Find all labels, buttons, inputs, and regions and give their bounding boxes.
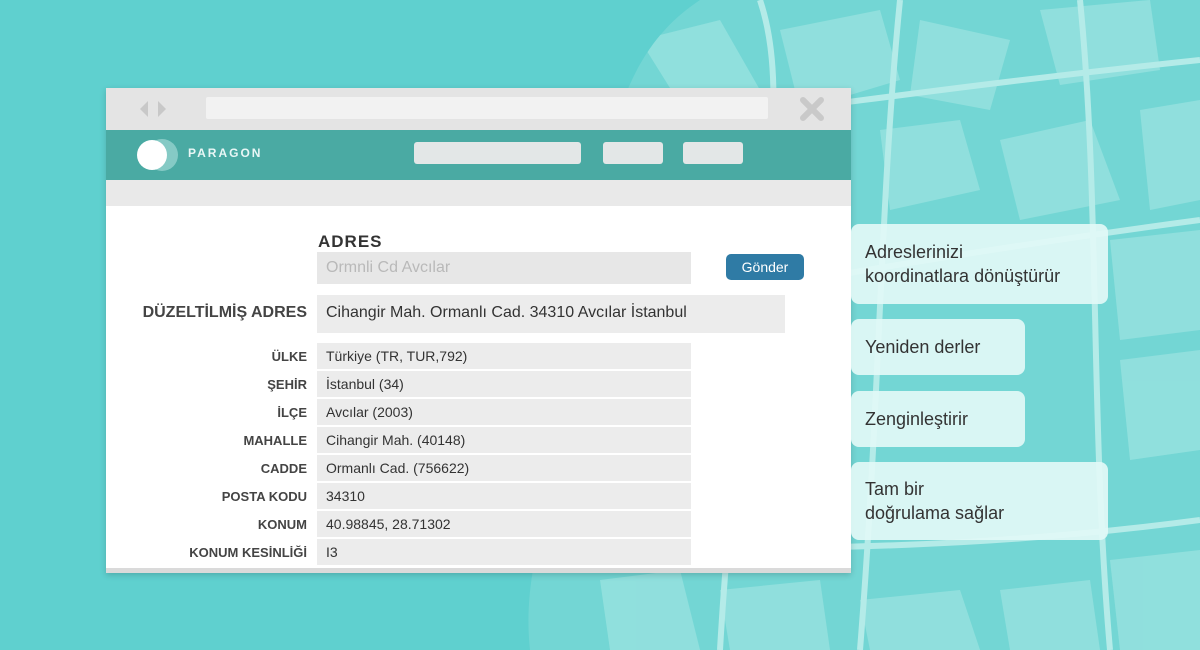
sub-toolbar <box>106 180 851 206</box>
browser-window: PARAGON ADRES Gönder DÜZELTİLMİŞ ADRES C… <box>106 88 851 573</box>
window-bottom-edge <box>106 568 851 573</box>
nav-item-1[interactable] <box>414 142 581 164</box>
detail-value: Türkiye (TR, TUR,792) <box>317 343 691 369</box>
nav-item-3[interactable] <box>683 142 743 164</box>
address-form: ADRES Gönder DÜZELTİLMİŞ ADRES Cihangir … <box>106 206 851 568</box>
feature-text: koordinatlara dönüştürür <box>865 266 1061 286</box>
detail-label: KONUM KESİNLİĞİ <box>189 545 307 560</box>
address-input[interactable] <box>317 252 691 284</box>
feature-text: Zenginleştirir <box>865 409 969 429</box>
feature-card-validate: Tam bir doğrulama sağlar <box>851 462 1108 540</box>
detail-label: POSTA KODU <box>221 489 307 504</box>
detail-row-city: ŞEHİR İstanbul (34) <box>106 371 691 397</box>
paragon-logo-icon <box>137 139 178 171</box>
detail-label: İLÇE <box>277 405 307 420</box>
feature-card-geocode: Adreslerinizi koordinatlara dönüştürür <box>851 224 1108 304</box>
detail-value: 34310 <box>317 483 691 509</box>
detail-row-country: ÜLKE Türkiye (TR, TUR,792) <box>106 343 691 369</box>
feature-text: doğrulama sağlar <box>865 503 1005 523</box>
nav-item-2[interactable] <box>603 142 663 164</box>
detail-row-district: İLÇE Avcılar (2003) <box>106 399 691 425</box>
detail-row-neighborhood: MAHALLE Cihangir Mah. (40148) <box>106 427 691 453</box>
detail-value: Ormanlı Cad. (756622) <box>317 455 691 481</box>
browser-titlebar <box>106 88 851 130</box>
detail-label: ŞEHİR <box>267 377 307 392</box>
corrected-address-label: DÜZELTİLMİŞ ADRES <box>142 304 307 321</box>
detail-value: I3 <box>317 539 691 565</box>
app-header: PARAGON <box>106 130 851 180</box>
address-heading: ADRES <box>318 232 383 251</box>
detail-label: ÜLKE <box>271 349 307 364</box>
close-icon[interactable] <box>798 95 826 123</box>
detail-row-location: KONUM 40.98845, 28.71302 <box>106 511 691 537</box>
feature-card-recompile: Yeniden derler <box>851 319 1025 375</box>
feature-text: Adreslerinizi <box>865 242 964 262</box>
detail-label: KONUM <box>257 517 307 532</box>
send-button[interactable]: Gönder <box>726 254 804 280</box>
brand-name: PARAGON <box>188 146 263 160</box>
detail-row-location-precision: KONUM KESİNLİĞİ I3 <box>106 539 691 565</box>
detail-row-postal-code: POSTA KODU 34310 <box>106 483 691 509</box>
feature-text: Yeniden derler <box>865 337 981 357</box>
feature-text: Tam bir <box>865 479 925 499</box>
detail-row-street: CADDE Ormanlı Cad. (756622) <box>106 455 691 481</box>
chevron-left-right-icon[interactable] <box>136 99 172 119</box>
detail-value: Cihangir Mah. (40148) <box>317 427 691 453</box>
detail-value: İstanbul (34) <box>317 371 691 397</box>
detail-value: 40.98845, 28.71302 <box>317 511 691 537</box>
detail-label: CADDE <box>260 461 307 476</box>
detail-label: MAHALLE <box>243 433 307 448</box>
corrected-address-value: Cihangir Mah. Ormanlı Cad. 34310 Avcılar… <box>317 295 785 333</box>
url-bar[interactable] <box>206 97 768 119</box>
detail-value: Avcılar (2003) <box>317 399 691 425</box>
feature-card-enrich: Zenginleştirir <box>851 391 1025 447</box>
